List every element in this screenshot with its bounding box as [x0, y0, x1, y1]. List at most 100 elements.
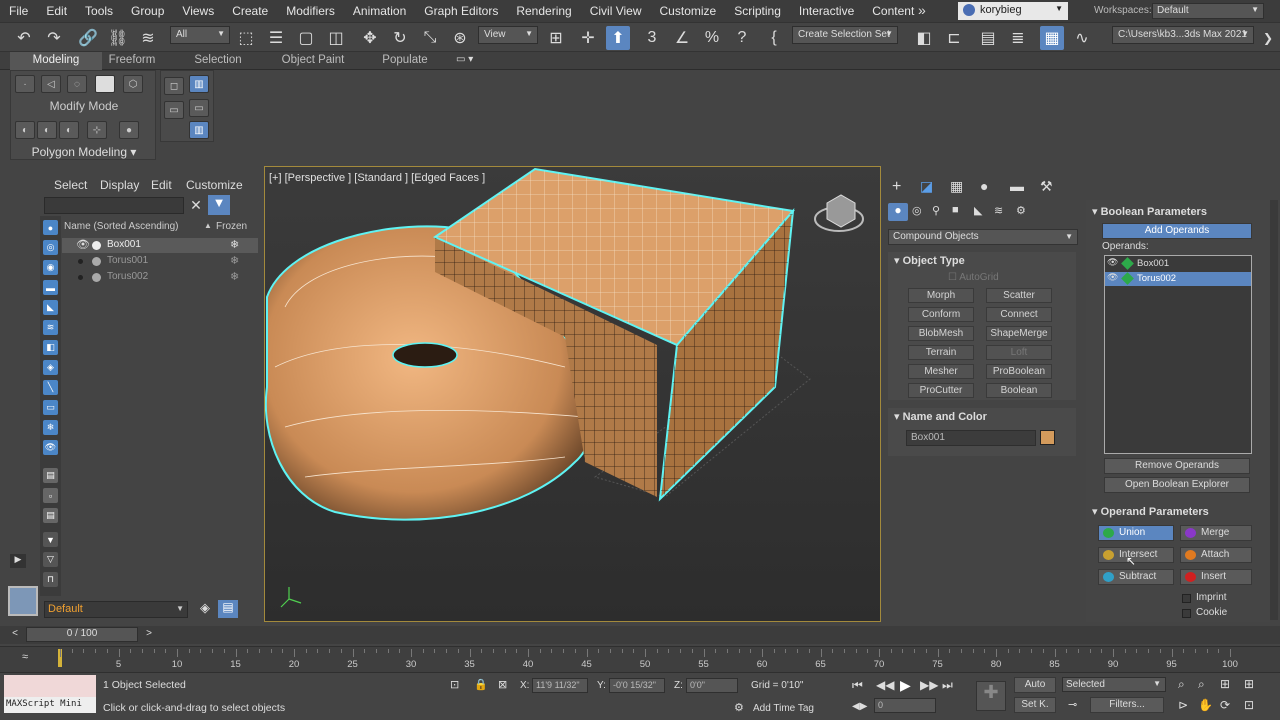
select-by-name-icon[interactable]: ☰: [264, 26, 288, 50]
filters-button[interactable]: Filters...: [1090, 697, 1164, 713]
spinner-snap-icon[interactable]: ?: [730, 26, 754, 50]
filter-hidden-icon[interactable]: 👁: [43, 440, 58, 455]
select-and-scale-icon[interactable]: ⤡: [418, 26, 442, 50]
shapes-category-icon[interactable]: ◎: [912, 204, 922, 217]
subtract-button[interactable]: Subtract: [1098, 569, 1174, 585]
named-selection-dropdown[interactable]: Create Selection Set ▼: [792, 26, 898, 44]
menu-customize[interactable]: Customize: [651, 4, 726, 18]
tab-selection[interactable]: Selection: [190, 52, 246, 70]
border-icon[interactable]: ◌: [67, 75, 87, 93]
menu-graph-editors[interactable]: Graph Editors: [415, 4, 507, 18]
filter-icon[interactable]: ▼: [208, 195, 230, 215]
tab-modeling[interactable]: Modeling: [10, 52, 102, 70]
hierarchy-tab-icon[interactable]: ▦: [950, 178, 963, 195]
menu-tools[interactable]: Tools: [76, 4, 122, 18]
auto-key-button[interactable]: Auto: [1014, 677, 1056, 693]
mirror-icon[interactable]: ◧: [912, 26, 936, 50]
keyboard-shortcut-override-icon[interactable]: ⬆: [606, 26, 630, 50]
eye-icon[interactable]: 👁: [1107, 272, 1118, 283]
repeat-icon[interactable]: ◻: [164, 77, 184, 95]
name-and-color-title[interactable]: ▾ Name and Color: [894, 410, 987, 423]
proboolean-button[interactable]: ProBoolean: [986, 364, 1052, 379]
boolean-button[interactable]: Boolean: [986, 383, 1052, 398]
autogrid-checkbox[interactable]: ☐ AutoGrid: [948, 272, 999, 283]
isolate-selection-icon[interactable]: ⊡: [450, 678, 459, 691]
object-type-title[interactable]: ▾ Object Type: [894, 254, 965, 267]
grow-icon[interactable]: ●: [119, 121, 139, 139]
filter-helpers-icon[interactable]: ◣: [43, 300, 58, 315]
open-boolean-explorer-button[interactable]: Open Boolean Explorer: [1104, 477, 1250, 493]
frozen-snowflake-icon[interactable]: ❄: [230, 238, 239, 251]
add-operands-button[interactable]: Add Operands: [1102, 223, 1252, 239]
explorer-menu-customize[interactable]: Customize: [186, 178, 243, 192]
polygon-modeling-dropdown[interactable]: Polygon Modeling ▾: [11, 145, 157, 159]
edge-icon[interactable]: ◁: [41, 75, 61, 93]
select-and-move-icon[interactable]: ✥: [358, 26, 382, 50]
bind-space-warp-icon[interactable]: ≋: [136, 26, 160, 50]
insert-button[interactable]: Insert: [1180, 569, 1252, 585]
key-filter-dropdown[interactable]: Selected ▼: [1062, 677, 1166, 692]
explorer-menu-select[interactable]: Select: [54, 178, 87, 192]
rectangular-selection-icon[interactable]: ▢: [294, 26, 318, 50]
blobmesh-button[interactable]: BlobMesh: [908, 326, 974, 341]
go-to-start-icon[interactable]: ⏮: [852, 678, 863, 693]
layer-explorer-icon[interactable]: ▤: [976, 26, 1000, 50]
geometry-category-icon[interactable]: ●: [888, 203, 908, 221]
viewcube-icon[interactable]: [826, 194, 856, 228]
tab-object-paint[interactable]: Object Paint: [280, 52, 346, 70]
perspective-viewport[interactable]: [+] [Perspective ] [Standard ] [Edged Fa…: [264, 166, 881, 622]
vertex-icon[interactable]: ·: [15, 75, 35, 93]
category-dropdown[interactable]: Compound Objects ▼: [888, 229, 1078, 245]
attach-button[interactable]: Attach: [1180, 547, 1252, 563]
loft-button[interactable]: Loft: [986, 345, 1052, 360]
filter-geometry-icon[interactable]: ●: [43, 220, 58, 235]
utilities-tab-icon[interactable]: ⚒: [1040, 178, 1053, 195]
column-frozen[interactable]: Frozen: [216, 221, 247, 232]
ribbon-toggle-icon[interactable]: ▦: [1040, 26, 1064, 50]
toggle-layers-icon[interactable]: ≣: [1006, 26, 1030, 50]
select-all-icon[interactable]: ▼: [43, 532, 58, 547]
pivot-center-icon[interactable]: ⊞: [544, 26, 568, 50]
field-of-view-icon[interactable]: ⊳: [1178, 698, 1188, 712]
hidden-dot-icon[interactable]: [78, 259, 83, 264]
connect-button[interactable]: Connect: [986, 307, 1052, 322]
element-icon[interactable]: ⬡: [123, 75, 143, 93]
list-item[interactable]: 👁 Torus002: [1105, 272, 1251, 286]
previous-frame-icon[interactable]: ◀◀: [876, 678, 894, 692]
maxscript-listener[interactable]: [4, 675, 96, 697]
list-item[interactable]: 👁 Box001: [1105, 257, 1251, 271]
go-to-end-icon[interactable]: ⏭: [942, 678, 953, 693]
menu-scripting[interactable]: Scripting: [725, 4, 790, 18]
menu-content[interactable]: Content: [863, 4, 923, 18]
display-influences-icon[interactable]: ▫: [43, 488, 58, 503]
maximize-viewport-icon[interactable]: ⊡: [1244, 698, 1254, 712]
union-button[interactable]: Union: [1098, 525, 1174, 541]
time-tag-icon[interactable]: ⚙: [734, 701, 744, 714]
helpers-category-icon[interactable]: ◣: [974, 204, 982, 217]
filter-cameras-icon[interactable]: ▬: [43, 280, 58, 295]
menu-edit[interactable]: Edit: [37, 4, 76, 18]
select-object-icon[interactable]: ⬚: [234, 26, 258, 50]
preserve-uvs-icon[interactable]: ◐: [15, 121, 35, 139]
spacewarps-category-icon[interactable]: ≋: [994, 204, 1003, 217]
add-time-tag[interactable]: Add Time Tag: [753, 703, 814, 714]
menu-animation[interactable]: Animation: [344, 4, 415, 18]
terrain-button[interactable]: Terrain: [908, 345, 974, 360]
filter-frozen-icon[interactable]: ❄: [43, 420, 58, 435]
current-frame-field[interactable]: 0: [874, 698, 936, 713]
zoom-extents-all-icon[interactable]: ⊞: [1244, 677, 1254, 691]
edit-named-selection-icon[interactable]: {: [762, 26, 786, 50]
time-slider-next-icon[interactable]: >: [142, 628, 156, 642]
curve-editor-icon[interactable]: ∿: [1070, 26, 1094, 50]
procutter-button[interactable]: ProCutter: [908, 383, 974, 398]
mini-curve-editor-icon[interactable]: ≈: [22, 651, 28, 663]
modify-tab-icon[interactable]: ◪: [920, 178, 933, 195]
tab-freeform[interactable]: Freeform: [102, 52, 162, 70]
zoom-all-icon[interactable]: ⌕: [1198, 677, 1205, 692]
cookie-checkbox[interactable]: [1182, 609, 1191, 618]
project-folder-dropdown[interactable]: C:\Users\kb3...3ds Max 2021 ▼: [1112, 26, 1254, 44]
snaps-toggle-icon[interactable]: 3: [640, 26, 664, 50]
conform-button[interactable]: Conform: [908, 307, 974, 322]
filter-shapes-icon[interactable]: ◎: [43, 240, 58, 255]
motion-tab-icon[interactable]: ●: [980, 178, 988, 194]
